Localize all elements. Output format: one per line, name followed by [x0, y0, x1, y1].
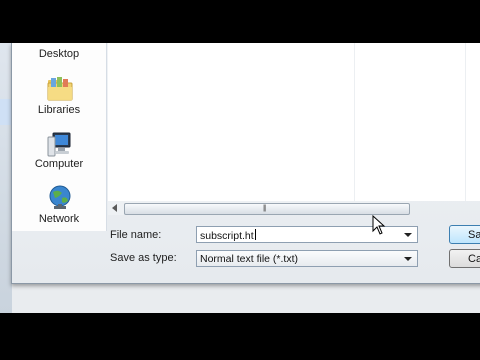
chevron-down-icon — [404, 257, 412, 261]
save-button[interactable]: Sa — [449, 225, 480, 244]
nav-item-label: Computer — [34, 158, 84, 170]
libraries-folder-icon — [47, 77, 73, 101]
nav-item-label: Libraries — [37, 104, 81, 116]
scrollbar-thumb[interactable]: ||| — [124, 203, 410, 215]
horizontal-scrollbar[interactable]: ||| — [108, 201, 410, 215]
scroll-left-arrow-icon[interactable] — [112, 204, 117, 212]
chevron-down-icon[interactable] — [404, 233, 412, 237]
save-as-dialog: Desktop Libraries Computer Network ||| F… — [11, 43, 480, 284]
nav-item-network[interactable]: Network — [12, 184, 106, 228]
nav-item-desktop[interactable]: Desktop — [12, 48, 106, 64]
nav-item-label: Network — [38, 213, 80, 225]
navigation-pane: Desktop Libraries Computer Network — [12, 43, 107, 231]
save-type-label: Save as type: — [110, 252, 177, 264]
mouse-cursor-icon — [372, 215, 386, 235]
nav-item-computer[interactable]: Computer — [12, 131, 106, 173]
cancel-button[interactable]: Ca — [449, 249, 480, 268]
nav-item-label: Desktop — [38, 48, 80, 60]
network-globe-icon — [49, 185, 71, 209]
file-name-value: subscript.ht — [200, 230, 254, 242]
file-list-area[interactable] — [108, 43, 480, 201]
nav-item-libraries[interactable]: Libraries — [12, 75, 106, 119]
file-name-label: File name: — [110, 229, 162, 241]
screen-area: Desktop Libraries Computer Network ||| F… — [0, 43, 480, 313]
save-type-value: Normal text file (*.txt) — [200, 253, 299, 265]
column-divider — [465, 43, 466, 201]
column-divider — [354, 43, 355, 201]
scrollbar-grip-icon: ||| — [263, 205, 267, 212]
text-caret — [254, 229, 256, 240]
computer-icon — [47, 132, 71, 157]
cancel-button-label: Ca — [468, 253, 480, 265]
save-type-select[interactable]: Normal text file (*.txt) — [196, 250, 418, 267]
save-button-label: Sa — [468, 229, 480, 241]
